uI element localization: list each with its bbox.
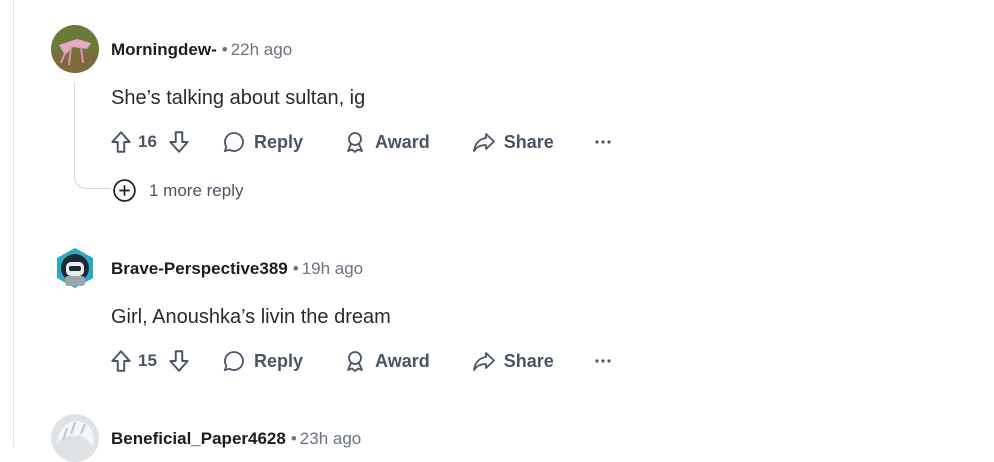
- award-icon: [347, 132, 363, 153]
- upvote-button[interactable]: [108, 129, 134, 155]
- vote-count: 15: [138, 351, 157, 370]
- reply-label: Reply: [254, 350, 304, 371]
- separator-dot: •: [290, 429, 297, 448]
- comment-author-row: Morningdew- • 22h ago: [111, 40, 292, 60]
- author-name[interactable]: Brave-Perspective389: [111, 259, 288, 278]
- more-horizontal-icon: [595, 359, 611, 363]
- avatar[interactable]: [51, 414, 99, 462]
- comment-timestamp[interactable]: 23h ago: [300, 429, 361, 448]
- downvote-icon: [169, 350, 189, 372]
- share-label: Share: [503, 131, 554, 152]
- comment-actions: 15 Reply Award Share: [108, 345, 612, 377]
- comment-bubble-icon: [223, 351, 244, 372]
- upvote-button[interactable]: [108, 348, 134, 374]
- share-label: Share: [503, 350, 554, 371]
- comment-actions: 16 Reply Award Share: [108, 126, 612, 158]
- more-replies-label: 1 more reply: [149, 180, 244, 200]
- share-icon: [472, 133, 495, 152]
- avatar[interactable]: [51, 25, 99, 73]
- separator-dot: •: [221, 40, 228, 59]
- more-options-button[interactable]: [594, 358, 612, 364]
- comment-timestamp[interactable]: 19h ago: [302, 259, 363, 278]
- share-button[interactable]: Share: [472, 349, 554, 373]
- reply-button[interactable]: Reply: [222, 130, 303, 154]
- share-button[interactable]: Share: [472, 130, 554, 154]
- reply-label: Reply: [254, 131, 304, 152]
- author-name[interactable]: Beneficial_Paper4628: [111, 429, 286, 448]
- comment-author-row: Brave-Perspective389 • 19h ago: [111, 259, 363, 279]
- award-label: Award: [375, 131, 430, 152]
- downvote-button[interactable]: [166, 129, 192, 155]
- more-horizontal-icon: [595, 140, 611, 144]
- reply-button[interactable]: Reply: [222, 349, 303, 373]
- upvote-icon: [111, 350, 131, 372]
- avatar[interactable]: [51, 244, 99, 292]
- award-button[interactable]: Award: [343, 349, 430, 373]
- more-replies-button[interactable]: 1 more reply: [112, 178, 243, 203]
- left-border: [13, 0, 14, 447]
- comment-body: She’s talking about sultan, ig: [111, 87, 366, 109]
- thread-line: [74, 82, 111, 189]
- award-icon: [347, 351, 363, 372]
- downvote-icon: [169, 131, 189, 153]
- comment-body: Girl, Anoushka’s livin the dream: [111, 306, 391, 328]
- share-icon: [472, 352, 495, 371]
- comment-bubble-icon: [223, 132, 244, 153]
- upvote-icon: [111, 131, 131, 153]
- award-label: Award: [375, 350, 430, 371]
- downvote-button[interactable]: [166, 348, 192, 374]
- more-options-button[interactable]: [594, 139, 612, 145]
- award-button[interactable]: Award: [343, 130, 430, 154]
- vote-count: 16: [138, 132, 157, 151]
- comment-timestamp[interactable]: 22h ago: [231, 40, 292, 59]
- plus-circle-icon: [113, 179, 136, 202]
- comment-author-row: Beneficial_Paper4628 • 23h ago: [111, 429, 361, 449]
- separator-dot: •: [292, 259, 299, 278]
- author-name[interactable]: Morningdew-: [111, 40, 217, 59]
